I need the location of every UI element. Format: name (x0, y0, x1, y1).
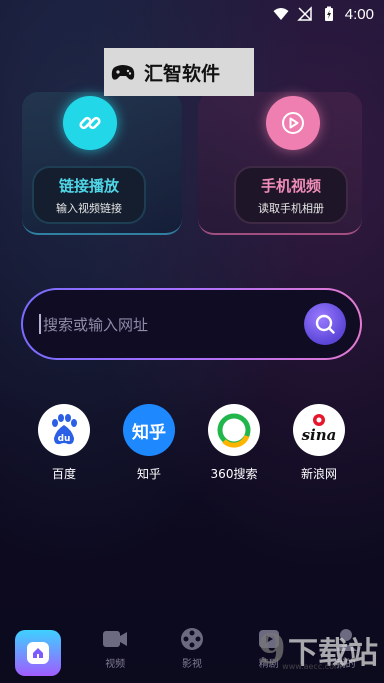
site-label: 百度 (51, 467, 76, 481)
play-icon[interactable] (266, 96, 320, 150)
battery-charging-icon (324, 6, 333, 21)
search-bar[interactable]: 搜索或输入网址 (21, 288, 362, 360)
home-icon[interactable] (15, 630, 62, 676)
sina-logo: sina (293, 404, 345, 456)
site-zhihu[interactable]: 知乎 知乎 (114, 404, 184, 482)
nav-label: 视频 (105, 659, 126, 670)
nav-movies[interactable]: 影视 (162, 626, 222, 670)
link-play-button[interactable]: 链接播放 输入视频链接 (32, 166, 146, 224)
nav-label: 影视 (181, 659, 202, 670)
site-sina[interactable]: sina 新浪网 (284, 404, 354, 482)
site-label: 知乎 (136, 467, 161, 481)
svg-text:du: du (58, 434, 71, 444)
phone-video-title: 手机视频 (260, 176, 321, 195)
nav-home[interactable] (8, 626, 68, 676)
watermark-url: www.aecc.com (282, 662, 342, 671)
watermark: 9 下载站 www.aecc.com (258, 626, 378, 673)
no-signal-icon (296, 6, 312, 21)
link-play-subtitle: 输入视频链接 (56, 201, 122, 215)
search-icon (315, 314, 335, 334)
search-button[interactable] (304, 303, 346, 345)
gamepad-icon (111, 65, 135, 80)
text-caret (39, 314, 41, 334)
status-time: 4:00 (344, 5, 374, 23)
360-logo (208, 404, 260, 456)
site-label: 360搜索 (210, 467, 258, 481)
search-input[interactable]: 搜索或输入网址 (43, 314, 304, 335)
site-baidu[interactable]: du 百度 (29, 404, 99, 482)
wifi-icon (273, 8, 289, 20)
phone-video-subtitle: 读取手机相册 (258, 201, 324, 215)
app-badge-title: 汇智软件 (144, 62, 221, 85)
video-icon (103, 631, 128, 647)
status-bar: 4:00 (0, 0, 384, 28)
svg-text:sina: sina (302, 426, 337, 444)
baidu-logo: du (38, 404, 90, 456)
link-play-title: 链接播放 (58, 176, 119, 195)
nav-video[interactable]: 视频 (85, 626, 145, 670)
site-label: 新浪网 (300, 467, 337, 481)
phone-video-button[interactable]: 手机视频 读取手机相册 (234, 166, 348, 224)
app-badge: 汇智软件 (104, 48, 254, 96)
link-icon[interactable] (63, 96, 117, 150)
site-360[interactable]: 360搜索 (199, 404, 269, 482)
zhihu-logo: 知乎 (123, 404, 175, 456)
film-reel-icon (180, 628, 203, 650)
